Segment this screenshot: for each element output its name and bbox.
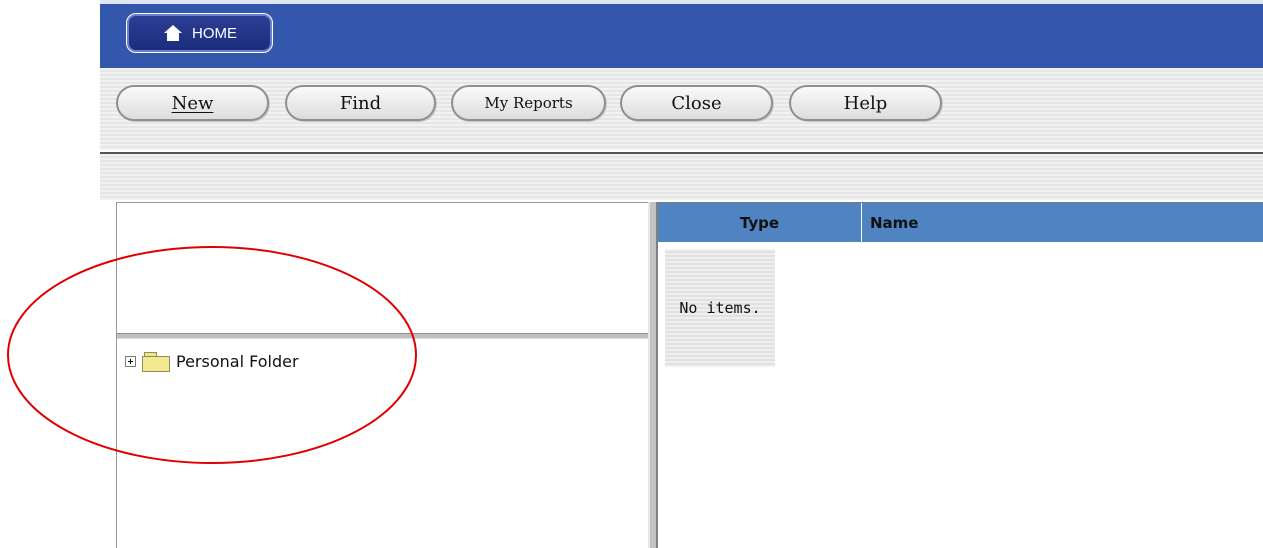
- home-button[interactable]: HOME: [126, 13, 273, 53]
- toolbar: New Find My Reports Close Help: [100, 68, 1263, 150]
- find-button[interactable]: Find: [285, 85, 436, 121]
- toolbar-band: [100, 154, 1263, 200]
- item-list-pane: Type Name No items.: [658, 202, 1263, 548]
- plus-icon[interactable]: [125, 355, 136, 367]
- list-header: Type Name: [658, 202, 1263, 242]
- home-icon: [162, 23, 184, 43]
- top-navigation-bar: HOME: [100, 0, 1263, 68]
- pane-splitter[interactable]: [648, 202, 658, 548]
- column-header-type[interactable]: Type: [658, 203, 862, 242]
- column-header-name[interactable]: Name: [870, 203, 918, 242]
- folder-icon: [142, 351, 170, 372]
- tree-item-label: Personal Folder: [176, 351, 299, 371]
- tree-pane-divider[interactable]: [117, 333, 649, 339]
- app-window: HOME New Find My Reports Close Help Pers…: [100, 0, 1263, 548]
- tree-item-personal-folder[interactable]: Personal Folder: [125, 351, 299, 372]
- home-label: HOME: [192, 24, 237, 42]
- folder-tree-pane: Personal Folder: [116, 202, 649, 548]
- close-button[interactable]: Close: [620, 85, 773, 121]
- help-button[interactable]: Help: [789, 85, 942, 121]
- my-reports-button[interactable]: My Reports: [451, 85, 606, 121]
- new-button[interactable]: New: [116, 85, 269, 121]
- empty-list-message: No items.: [665, 249, 775, 367]
